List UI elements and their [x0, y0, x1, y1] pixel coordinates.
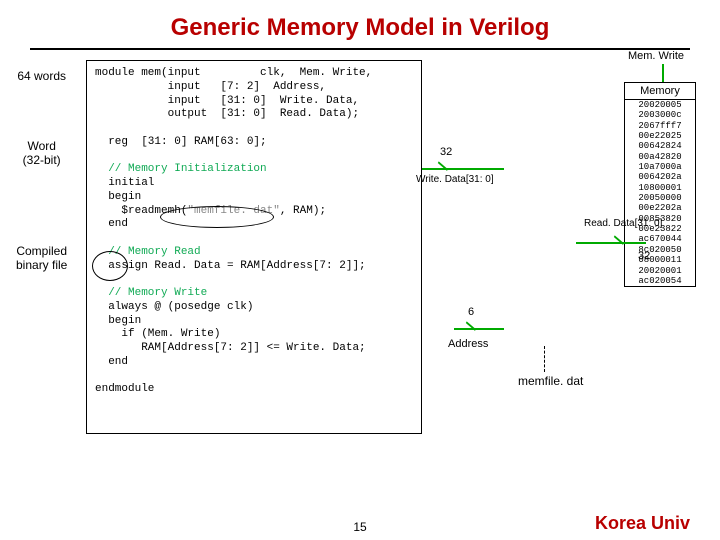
- divider: [30, 48, 690, 50]
- c9: initial: [95, 177, 154, 189]
- c6: reg [31: 0] RAM[63: 0];: [95, 136, 267, 148]
- c15: assign Read. Data = RAM[Address[7: 2]];: [95, 260, 366, 272]
- code-box: module mem(input clk, Mem. Write, input …: [86, 60, 422, 434]
- c21: RAM[Address[7: 2]] <= Write. Data;: [95, 342, 366, 354]
- c19: begin: [95, 315, 141, 327]
- memory-header: Memory: [625, 83, 695, 100]
- signal-memwrite: Mem. Write: [628, 50, 684, 62]
- c12: end: [95, 218, 128, 230]
- arrow-writedata: [422, 168, 504, 170]
- page-title: Generic Memory Model in Verilog: [0, 0, 720, 48]
- memory-row: 00a42820: [625, 152, 695, 162]
- left-annotations: 64 words Word (32-bit) Compiled binary f…: [16, 68, 67, 273]
- label-32b: 32: [638, 250, 650, 262]
- oval-comment: [92, 251, 128, 281]
- memory-row: 10a7000a: [625, 162, 695, 172]
- c2: input [7: 2] Address,: [95, 81, 326, 93]
- arrow-memwrite: [662, 64, 664, 82]
- c3: input [31: 0] Write. Data,: [95, 95, 359, 107]
- memory-row: 8c020050: [625, 245, 695, 255]
- memory-box: Memory 200200052003000c2067fff700e220250…: [624, 82, 696, 287]
- c4: output [31: 0] Read. Data);: [95, 108, 359, 120]
- label-64words: 64 words: [16, 70, 67, 84]
- memory-row: 2067fff7: [625, 121, 695, 131]
- memory-row: 20020005: [625, 100, 695, 110]
- label-6: 6: [468, 306, 474, 318]
- signal-writedata: Write. Data[31: 0]: [416, 174, 494, 185]
- memory-row: 00e22025: [625, 131, 695, 141]
- c18: always @ (posedge clk): [95, 301, 253, 313]
- label-comp-a: Compiled: [16, 245, 67, 259]
- label-comp-b: binary file: [16, 259, 67, 273]
- label-compiled: Compiled binary file: [16, 245, 67, 273]
- arrow-readdata: [576, 242, 646, 244]
- memory-row: 0064202a: [625, 172, 695, 182]
- signal-address: Address: [448, 338, 488, 350]
- label-word: Word (32-bit): [16, 140, 67, 168]
- page-number: 15: [353, 520, 366, 534]
- memory-row: 00642824: [625, 141, 695, 151]
- label-memfile: memfile. dat: [518, 374, 583, 388]
- c17: // Memory Write: [95, 287, 207, 299]
- slash-6: /: [463, 321, 481, 334]
- c8: // Memory Initialization: [95, 163, 267, 175]
- c24: endmodule: [95, 383, 154, 395]
- label-32a: 32: [440, 146, 452, 158]
- memory-row: 00e2202a: [625, 203, 695, 213]
- label-word-b: (32-bit): [16, 154, 67, 168]
- c10: begin: [95, 191, 141, 203]
- memory-row: 08000011: [625, 255, 695, 265]
- c1: module mem(input clk, Mem. Write,: [95, 67, 372, 79]
- memory-row: 20050000: [625, 193, 695, 203]
- label-word-a: Word: [16, 140, 67, 154]
- memory-row: 2003000c: [625, 110, 695, 120]
- memory-row: 20020001: [625, 266, 695, 276]
- oval-memfile: [160, 206, 274, 228]
- c11b: , RAM);: [280, 205, 326, 217]
- c22: end: [95, 356, 128, 368]
- c20: if (Mem. Write): [95, 328, 220, 340]
- dotted-line: [544, 346, 545, 372]
- signal-readdata: Read. Data[31: 0]: [584, 218, 662, 229]
- memory-row: ac020054: [625, 276, 695, 286]
- memory-row: 10800001: [625, 183, 695, 193]
- content-area: 64 words Word (32-bit) Compiled binary f…: [24, 60, 696, 470]
- brand: Korea Univ: [595, 513, 690, 534]
- slash-32a: /: [435, 161, 453, 174]
